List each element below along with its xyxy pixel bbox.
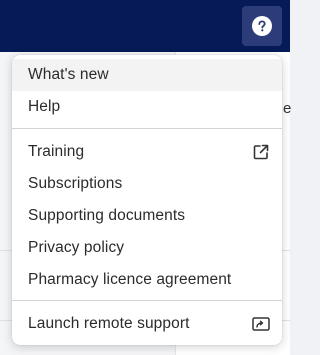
menu-item-label: Supporting documents <box>28 207 186 224</box>
menu-item-launch-remote-support[interactable]: Launch remote support <box>12 308 282 340</box>
menu-item-label: Training <box>28 143 85 160</box>
menu-item-label: Help <box>28 98 61 115</box>
menu-item-supporting-documents[interactable]: Supporting documents <box>12 200 282 232</box>
menu-item-whats-new[interactable]: What's new <box>12 59 282 91</box>
menu-item-help[interactable]: Help <box>12 91 282 123</box>
open-in-new-icon <box>252 143 270 161</box>
menu-separator <box>12 300 282 301</box>
help-dropdown-menu: What's new Help Training Subscriptions S… <box>12 55 282 345</box>
help-menu-button[interactable] <box>242 6 282 46</box>
menu-separator <box>12 128 282 129</box>
menu-item-training[interactable]: Training <box>12 136 282 168</box>
menu-item-label: Launch remote support <box>28 315 190 332</box>
top-bar <box>0 0 290 52</box>
menu-item-label: Subscriptions <box>28 175 123 192</box>
background-text: e <box>283 100 292 117</box>
menu-item-subscriptions[interactable]: Subscriptions <box>12 168 282 200</box>
menu-item-privacy-policy[interactable]: Privacy policy <box>12 232 282 264</box>
menu-item-label: What's new <box>28 66 109 83</box>
menu-item-label: Pharmacy licence agreement <box>28 271 232 288</box>
menu-item-pharmacy-licence-agreement[interactable]: Pharmacy licence agreement <box>12 264 282 296</box>
screen-share-icon <box>252 315 270 333</box>
menu-item-label: Privacy policy <box>28 239 125 256</box>
question-circle-icon <box>252 16 272 36</box>
